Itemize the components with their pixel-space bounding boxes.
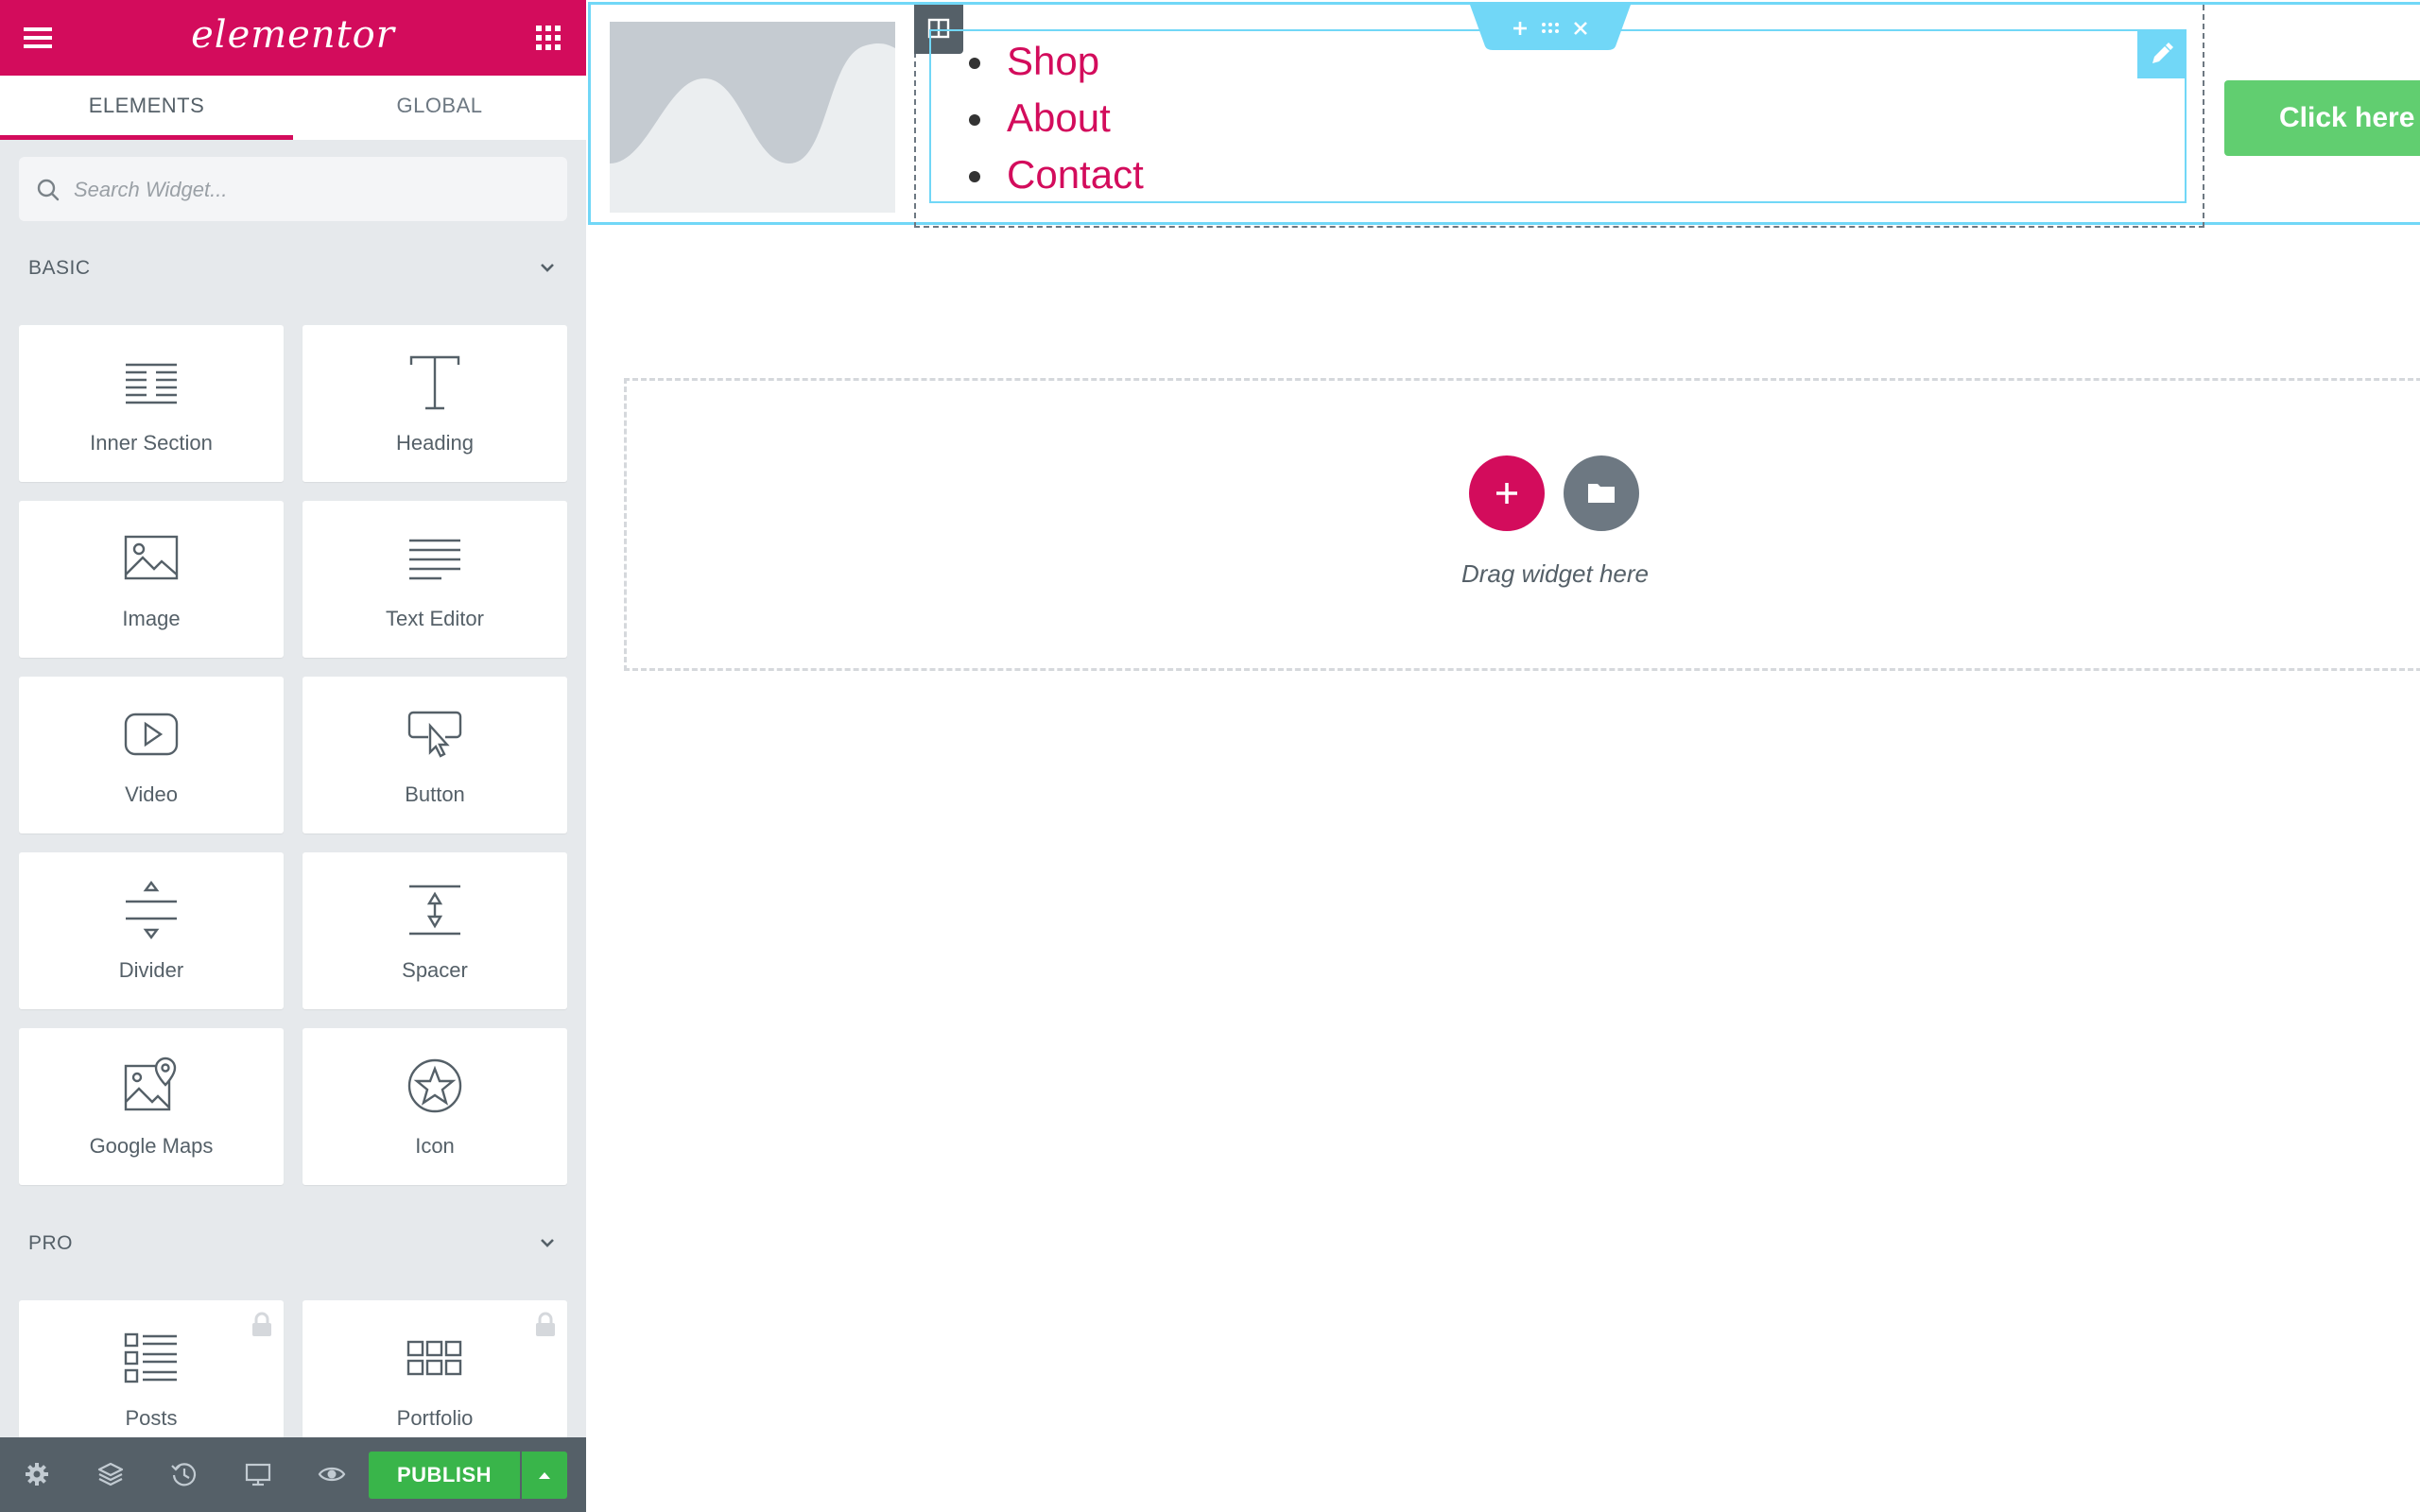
click-here-button[interactable]: Click here xyxy=(2224,80,2420,156)
image-icon xyxy=(124,535,179,580)
chevron-down-icon[interactable] xyxy=(537,1232,558,1253)
apps-grid-icon[interactable] xyxy=(531,21,565,55)
nav-list-widget[interactable]: Shop About Contact xyxy=(929,29,2187,203)
plus-icon xyxy=(1496,483,1517,504)
widget-label: Spacer xyxy=(402,958,468,982)
nav-item: Shop xyxy=(969,33,1144,90)
panel-tabs: ELEMENTS GLOBAL xyxy=(0,76,586,141)
pencil-icon xyxy=(2152,43,2173,63)
history-icon[interactable] xyxy=(170,1460,199,1488)
edit-widget-button[interactable] xyxy=(2137,31,2185,78)
text-editor-icon xyxy=(409,539,460,580)
nav-item: About xyxy=(969,90,1144,146)
panel-header: elementor xyxy=(0,0,586,76)
add-section-handle-icon[interactable] xyxy=(1506,14,1534,43)
elementor-logo: elementor xyxy=(191,13,395,57)
panel-footer: PUBLISH xyxy=(0,1437,586,1512)
widget-label: Video xyxy=(125,782,178,806)
widget-label: Heading xyxy=(396,431,474,455)
navigator-layers-icon[interactable] xyxy=(96,1460,125,1488)
spacer-icon xyxy=(409,885,460,936)
drag-handle-icon[interactable] xyxy=(1536,14,1564,43)
responsive-desktop-icon[interactable] xyxy=(244,1460,272,1488)
nav-link-contact[interactable]: Contact xyxy=(1007,152,1144,197)
portfolio-icon xyxy=(406,1340,462,1376)
publish-options-button[interactable] xyxy=(522,1452,567,1499)
preview-canvas: Shop About Contact Click here Drag widge… xyxy=(586,0,2420,1512)
star-icon xyxy=(407,1058,462,1113)
widget-label: Posts xyxy=(125,1406,178,1430)
publish-button[interactable]: PUBLISH xyxy=(369,1452,520,1499)
widget-icon[interactable]: Icon xyxy=(302,1028,567,1185)
nav-menu: Shop About Contact xyxy=(969,33,1144,203)
widget-video[interactable]: Video xyxy=(19,677,284,833)
widget-label: Google Maps xyxy=(89,1134,214,1158)
search-box xyxy=(19,157,567,223)
widget-label: Portfolio xyxy=(396,1406,474,1430)
widget-portfolio[interactable]: Portfolio xyxy=(302,1300,567,1457)
widget-text-editor[interactable]: Text Editor xyxy=(302,501,567,658)
widget-label: Icon xyxy=(415,1134,455,1158)
video-icon xyxy=(124,713,179,756)
preview-eye-icon[interactable] xyxy=(318,1460,346,1488)
nav-item: Contact xyxy=(969,146,1144,203)
nav-link-shop[interactable]: Shop xyxy=(1007,39,1099,83)
placeholder-image[interactable] xyxy=(610,22,895,213)
widget-inner-section[interactable]: Inner Section xyxy=(19,325,284,482)
widget-label: Image xyxy=(122,607,181,630)
folder-icon xyxy=(1588,484,1615,503)
google-maps-icon xyxy=(124,1057,177,1111)
widget-divider[interactable]: Divider xyxy=(19,852,284,1009)
widget-label: Inner Section xyxy=(90,431,213,455)
tab-elements[interactable]: ELEMENTS xyxy=(0,76,293,140)
widget-heading[interactable]: Heading xyxy=(302,325,567,482)
posts-icon xyxy=(124,1332,177,1383)
add-new-section-button[interactable] xyxy=(1469,455,1545,531)
drag-widget-hint: Drag widget here xyxy=(1461,559,1649,588)
add-template-button[interactable] xyxy=(1564,455,1639,531)
caret-up-icon xyxy=(539,1472,550,1479)
search-icon xyxy=(37,179,60,201)
widget-button[interactable]: Button xyxy=(302,677,567,833)
close-icon[interactable] xyxy=(1566,14,1595,43)
widget-posts[interactable]: Posts xyxy=(19,1300,284,1457)
widget-google-maps[interactable]: Google Maps xyxy=(19,1028,284,1185)
inner-section-icon xyxy=(126,363,177,404)
divider-icon xyxy=(126,881,177,939)
heading-icon xyxy=(409,355,460,410)
header-section[interactable]: Shop About Contact Click here xyxy=(588,2,2420,228)
category-title-basic[interactable]: BASIC xyxy=(28,257,91,280)
widget-spacer[interactable]: Spacer xyxy=(302,852,567,1009)
search-input[interactable] xyxy=(72,157,548,223)
widget-label: Text Editor xyxy=(386,607,484,630)
editor-panel: elementor ELEMENTS GLOBAL BASIC xyxy=(0,0,586,1512)
settings-icon[interactable] xyxy=(23,1460,51,1488)
button-icon xyxy=(407,711,462,758)
widget-image[interactable]: Image xyxy=(19,501,284,658)
nav-link-about[interactable]: About xyxy=(1007,95,1111,140)
tab-global[interactable]: GLOBAL xyxy=(293,76,586,140)
widget-label: Divider xyxy=(118,958,184,982)
widget-label: Button xyxy=(405,782,465,806)
chevron-down-icon[interactable] xyxy=(537,257,558,278)
category-title-pro[interactable]: PRO xyxy=(28,1232,73,1255)
